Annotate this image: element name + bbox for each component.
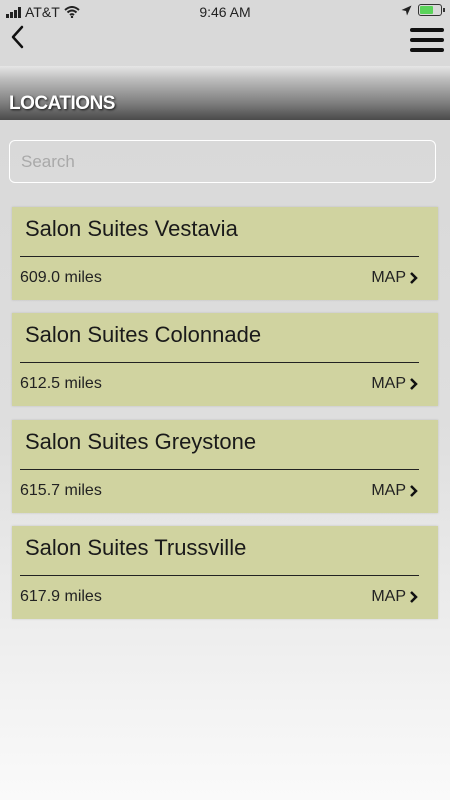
chevron-right-icon [410, 378, 418, 390]
location-distance: 609.0 miles [20, 269, 102, 286]
page-title: LOCATIONS [9, 93, 115, 114]
chevron-left-icon [11, 25, 24, 49]
section-header: LOCATIONS [0, 66, 450, 120]
location-distance: 615.7 miles [20, 482, 102, 499]
location-distance: 617.9 miles [20, 588, 102, 605]
location-card-trussville[interactable]: Salon Suites Trussville 617.9 miles MAP [12, 526, 438, 619]
map-link[interactable]: MAP [371, 269, 418, 287]
location-card-vestavia[interactable]: Salon Suites Vestavia 609.0 miles MAP [12, 207, 438, 300]
location-name: Salon Suites Vestavia [25, 216, 238, 241]
divider [20, 575, 419, 576]
map-link[interactable]: MAP [371, 588, 418, 606]
divider [20, 256, 419, 257]
chevron-right-icon [410, 591, 418, 603]
status-right [401, 4, 445, 16]
map-label: MAP [371, 269, 406, 286]
map-link[interactable]: MAP [371, 375, 418, 393]
divider [20, 362, 419, 363]
chevron-right-icon [410, 272, 418, 284]
location-card-greystone[interactable]: Salon Suites Greystone 615.7 miles MAP [12, 420, 438, 513]
battery-icon [418, 4, 445, 16]
status-bar: AT&T 9:46 AM [0, 0, 450, 24]
location-arrow-icon [401, 5, 412, 15]
status-time: 9:46 AM [199, 4, 251, 20]
location-card-colonnade[interactable]: Salon Suites Colonnade 612.5 miles MAP [12, 313, 438, 406]
location-name: Salon Suites Trussville [25, 535, 247, 560]
location-name: Salon Suites Greystone [25, 429, 257, 454]
location-distance: 612.5 miles [20, 375, 102, 392]
nav-bar [0, 24, 450, 68]
hamburger-menu-icon[interactable] [410, 28, 444, 56]
divider [20, 469, 419, 470]
map-label: MAP [371, 482, 406, 499]
search-input[interactable] [9, 140, 436, 183]
map-label: MAP [371, 375, 406, 392]
map-link[interactable]: MAP [371, 482, 418, 500]
chevron-right-icon [410, 485, 418, 497]
map-label: MAP [371, 588, 406, 605]
location-name: Salon Suites Colonnade [25, 322, 262, 347]
back-button[interactable] [8, 24, 32, 52]
